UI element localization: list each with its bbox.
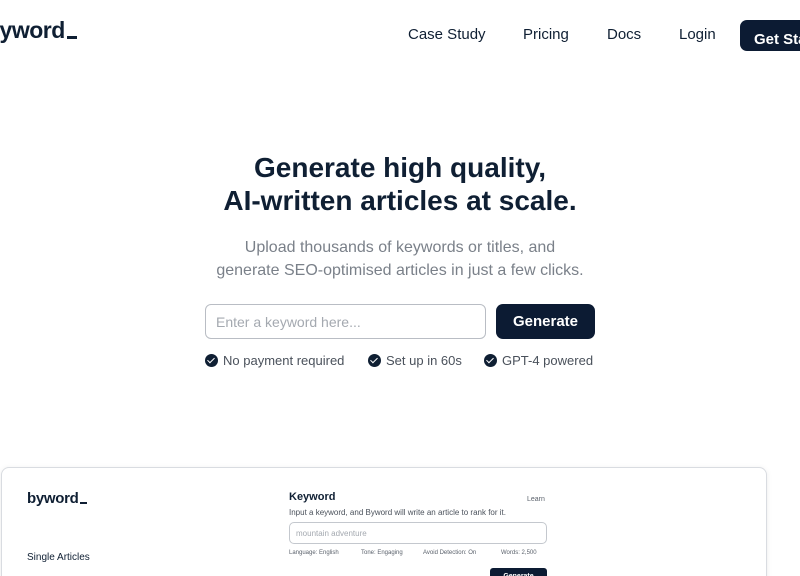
preview-meta-tone: Tone: Engaging bbox=[361, 550, 403, 556]
top-nav: byword Case Study Pricing Docs Login Get… bbox=[0, 0, 800, 70]
hero-subtitle-line-1: Upload thousands of keywords or titles, … bbox=[244, 239, 556, 256]
feature-no-payment: No payment required bbox=[205, 352, 344, 368]
preview-logo-text: byword bbox=[27, 490, 79, 507]
feature-setup: Set up in 60s bbox=[368, 352, 462, 368]
logo-cursor bbox=[66, 36, 77, 39]
keyword-input[interactable] bbox=[205, 304, 486, 339]
feature-label: GPT-4 powered bbox=[502, 352, 594, 368]
feature-label: No payment required bbox=[223, 352, 345, 368]
preview-meta-language: Language: English bbox=[289, 550, 339, 556]
hero-title: Generate high quality, AI-written articl… bbox=[0, 151, 800, 217]
nav-link-case-study[interactable]: Case Study bbox=[408, 26, 486, 43]
preview-logo-cursor bbox=[79, 502, 87, 504]
preview-keyword-input[interactable] bbox=[289, 522, 547, 544]
hero-title-line-2: AI-written articles at scale. bbox=[223, 185, 577, 216]
nav-link-pricing[interactable]: Pricing bbox=[523, 26, 569, 43]
preview-generate-button[interactable]: Generate bbox=[490, 568, 547, 576]
logo-text: byword bbox=[0, 17, 65, 43]
preview-sidebar-item-single-articles[interactable]: Single Articles bbox=[27, 552, 90, 563]
preview-meta-words: Words: 2,500 bbox=[501, 550, 537, 556]
get-started-button[interactable]: Get Started bbox=[740, 20, 800, 51]
preview-meta-avoid-detection: Avoid Detection: On bbox=[423, 550, 477, 556]
preview-learn-link[interactable]: Learn bbox=[527, 496, 545, 503]
logo[interactable]: byword bbox=[0, 17, 77, 44]
generate-button[interactable]: Generate bbox=[496, 304, 595, 339]
check-circle-icon bbox=[484, 353, 497, 367]
nav-link-login[interactable]: Login bbox=[679, 26, 716, 43]
check-circle-icon bbox=[205, 353, 218, 367]
feature-gpt4: GPT-4 powered bbox=[484, 352, 593, 368]
app-preview: byword Single Articles Keyword Learn Inp… bbox=[1, 467, 767, 576]
preview-help-text: Input a keyword, and Byword will write a… bbox=[289, 508, 506, 517]
feature-label: Set up in 60s bbox=[386, 352, 462, 368]
hero-subtitle: Upload thousands of keywords or titles, … bbox=[0, 236, 800, 282]
preview-keyword-label: Keyword bbox=[289, 491, 336, 503]
nav-link-docs[interactable]: Docs bbox=[607, 26, 641, 43]
preview-logo: byword bbox=[27, 490, 87, 507]
check-circle-icon bbox=[368, 353, 381, 367]
hero-subtitle-line-2: generate SEO-optimised articles in just … bbox=[216, 262, 584, 279]
hero-title-line-1: Generate high quality, bbox=[254, 152, 546, 183]
